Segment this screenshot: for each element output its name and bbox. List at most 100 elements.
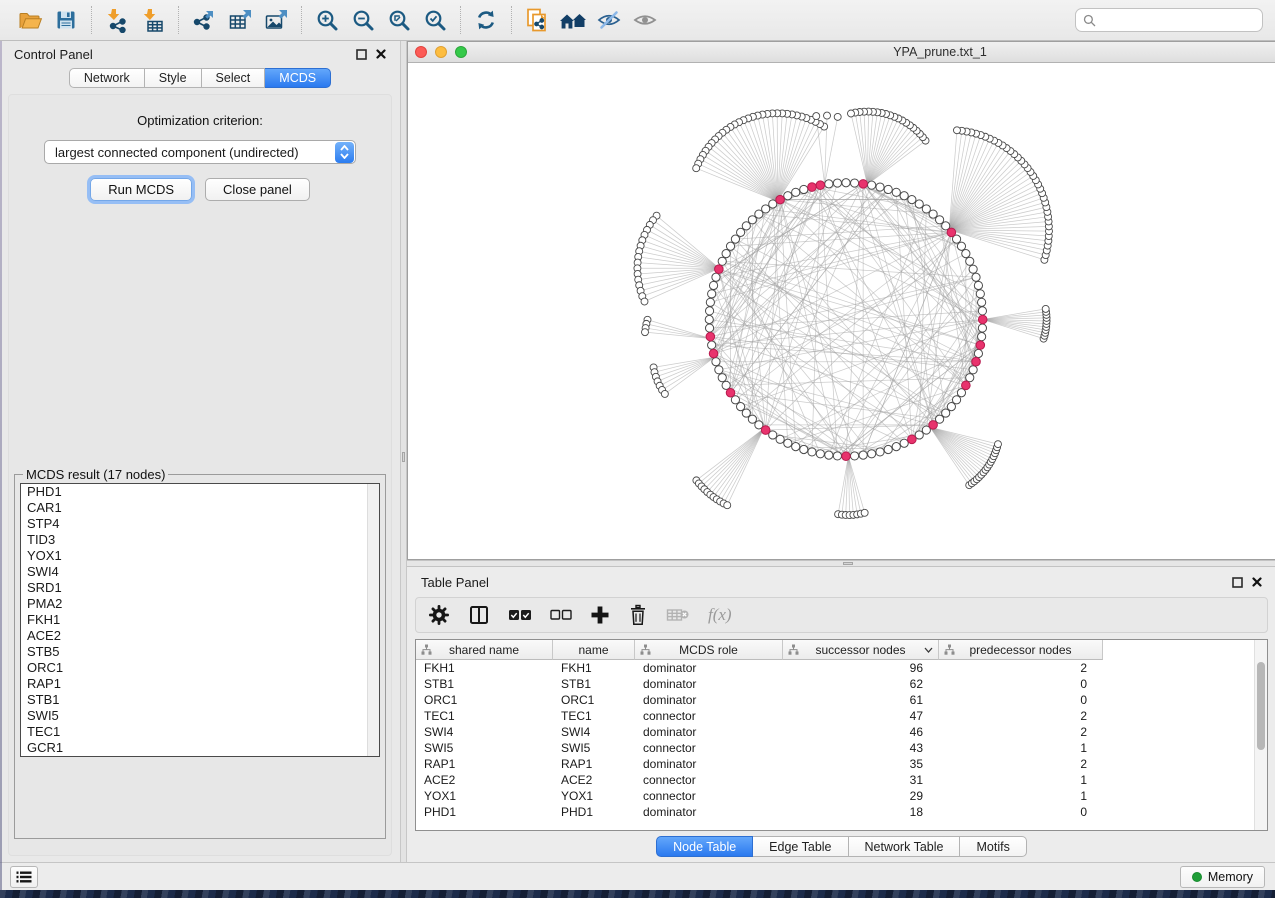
node-table[interactable]: shared namenameMCDS rolesuccessor nodesp…: [415, 639, 1268, 831]
run-mcds-button[interactable]: Run MCDS: [90, 178, 192, 201]
table-row[interactable]: SWI4SWI4dominator462: [416, 724, 1267, 740]
home-button[interactable]: [555, 4, 591, 36]
table-row[interactable]: TEC1TEC1connector472: [416, 708, 1267, 724]
result-item[interactable]: FKH1: [21, 612, 379, 628]
result-item[interactable]: YOX1: [21, 548, 379, 564]
column-header-mcds-role[interactable]: MCDS role: [635, 640, 783, 660]
add-column-button[interactable]: [590, 605, 610, 625]
splitter-grip[interactable]: [402, 452, 405, 462]
table-row[interactable]: YOX1YOX1connector291: [416, 788, 1267, 804]
tab-network-table[interactable]: Network Table: [849, 836, 961, 857]
memory-button[interactable]: Memory: [1180, 866, 1265, 888]
graph-hub-node[interactable]: [808, 183, 817, 192]
export-image-button[interactable]: [258, 4, 294, 36]
result-item[interactable]: TID3: [21, 532, 379, 548]
table-row[interactable]: FKH1FKH1dominator962: [416, 660, 1267, 676]
result-item[interactable]: TEC1: [21, 724, 379, 740]
unselect-all-button[interactable]: [550, 609, 572, 621]
graph-hub-node[interactable]: [947, 228, 956, 237]
graph-hub-node[interactable]: [706, 332, 715, 341]
table-row[interactable]: RAP1RAP1dominator352: [416, 756, 1267, 772]
scrollbar-thumb[interactable]: [1257, 662, 1265, 750]
table-row[interactable]: PHD1PHD1dominator180: [416, 804, 1267, 820]
result-item[interactable]: SRD1: [21, 580, 379, 596]
graph-hub-node[interactable]: [726, 388, 735, 397]
zoom-window-button[interactable]: [455, 46, 467, 58]
open-file-button[interactable]: [12, 4, 48, 36]
search-field[interactable]: [1075, 8, 1263, 32]
splitter-grip[interactable]: [843, 562, 853, 565]
duplicate-network-button[interactable]: [519, 4, 555, 36]
import-table-button[interactable]: [135, 4, 171, 36]
result-list-scrollbar[interactable]: [367, 484, 379, 756]
close-panel-icon[interactable]: [1252, 577, 1262, 587]
graph-hub-node[interactable]: [908, 435, 917, 444]
zoom-fit-button[interactable]: [381, 4, 417, 36]
refresh-button[interactable]: [468, 4, 504, 36]
close-panel-icon[interactable]: [376, 49, 386, 59]
graph-hub-node[interactable]: [859, 180, 868, 189]
float-panel-icon[interactable]: [356, 49, 367, 60]
column-header-predecessor-nodes[interactable]: predecessor nodes: [939, 640, 1103, 660]
criterion-dropdown[interactable]: largest connected component (undirected): [44, 140, 356, 164]
result-item[interactable]: SWI5: [21, 708, 379, 724]
tab-style[interactable]: Style: [145, 68, 202, 88]
column-header-name[interactable]: name: [553, 640, 635, 660]
tab-select[interactable]: Select: [202, 68, 266, 88]
network-canvas[interactable]: [408, 63, 1275, 559]
tab-network[interactable]: Network: [69, 68, 145, 88]
tab-motifs[interactable]: Motifs: [960, 836, 1026, 857]
tab-edge-table[interactable]: Edge Table: [753, 836, 848, 857]
graph-hub-node[interactable]: [842, 452, 851, 461]
save-session-button[interactable]: [48, 4, 84, 36]
network-window-titlebar[interactable]: YPA_prune.txt_1: [408, 42, 1275, 63]
tab-mcds[interactable]: MCDS: [265, 68, 331, 88]
table-row[interactable]: ORC1ORC1dominator610: [416, 692, 1267, 708]
export-network-button[interactable]: [186, 4, 222, 36]
result-item[interactable]: RAP1: [21, 676, 379, 692]
result-item[interactable]: GCR1: [21, 740, 379, 756]
export-table-button[interactable]: [222, 4, 258, 36]
close-panel-button[interactable]: Close panel: [205, 178, 310, 201]
float-panel-icon[interactable]: [1232, 577, 1243, 588]
result-item[interactable]: STB1: [21, 692, 379, 708]
table-row[interactable]: SWI5SWI5connector431: [416, 740, 1267, 756]
table-row[interactable]: STB1STB1dominator620: [416, 676, 1267, 692]
table-scrollbar[interactable]: [1254, 640, 1267, 830]
graph-hub-node[interactable]: [972, 357, 981, 366]
zoom-in-button[interactable]: [309, 4, 345, 36]
select-all-button[interactable]: [508, 608, 532, 622]
zoom-selected-button[interactable]: [417, 4, 453, 36]
show-hidden-button[interactable]: [627, 4, 663, 36]
result-item[interactable]: ACE2: [21, 628, 379, 644]
graph-hub-node[interactable]: [929, 421, 938, 430]
graph-hub-node[interactable]: [761, 426, 770, 435]
column-header-shared-name[interactable]: shared name: [416, 640, 553, 660]
result-item[interactable]: ORC1: [21, 660, 379, 676]
vertical-splitter[interactable]: [400, 41, 407, 862]
mcds-result-list[interactable]: PHD1CAR1STP4TID3YOX1SWI4SRD1PMA2FKH1ACE2…: [20, 483, 380, 757]
result-item[interactable]: SWI4: [21, 564, 379, 580]
result-item[interactable]: CAR1: [21, 500, 379, 516]
graph-hub-node[interactable]: [709, 349, 718, 358]
table-row[interactable]: ACE2ACE2connector311: [416, 772, 1267, 788]
graph-hub-node[interactable]: [978, 315, 987, 324]
search-input[interactable]: [1101, 13, 1255, 27]
graph-hub-node[interactable]: [962, 381, 971, 390]
result-item[interactable]: STP4: [21, 516, 379, 532]
zoom-out-button[interactable]: [345, 4, 381, 36]
task-history-button[interactable]: [10, 866, 38, 888]
close-window-button[interactable]: [415, 46, 427, 58]
graph-hub-node[interactable]: [715, 265, 724, 274]
graph-hub-node[interactable]: [816, 181, 825, 190]
result-item[interactable]: PHD1: [21, 484, 379, 500]
tab-node-table[interactable]: Node Table: [656, 836, 753, 857]
split-columns-button[interactable]: [468, 605, 490, 625]
horizontal-splitter[interactable]: [407, 560, 1275, 567]
delete-column-button[interactable]: [628, 604, 648, 626]
graph-hub-node[interactable]: [776, 195, 785, 204]
result-item[interactable]: PMA2: [21, 596, 379, 612]
settings-button[interactable]: [428, 604, 450, 626]
minimize-window-button[interactable]: [435, 46, 447, 58]
result-item[interactable]: STB5: [21, 644, 379, 660]
